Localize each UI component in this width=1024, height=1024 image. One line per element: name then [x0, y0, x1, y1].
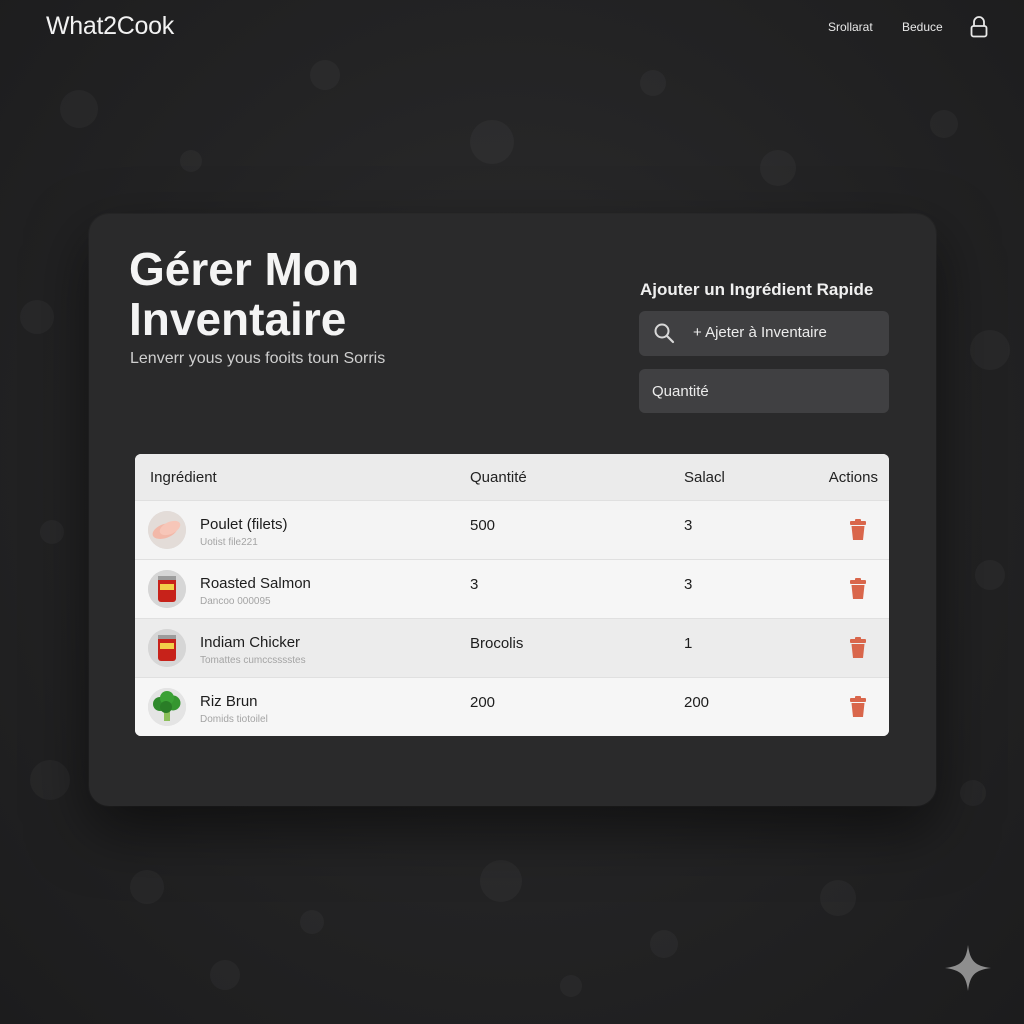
ingredient-detail: Tomattes cumccsssstes	[200, 655, 306, 666]
inventory-table: Ingrédient Quantité Salacl Actions Poule…	[135, 454, 889, 736]
quick-add-heading: Ajouter un Ingrédient Rapide	[640, 280, 874, 299]
column-header-third[interactable]: Salacl	[684, 469, 725, 486]
tomato-can-thumbnail	[148, 629, 186, 667]
quick-add-button[interactable]: + Ajeter à Inventaire	[639, 311, 889, 356]
trash-icon[interactable]	[848, 696, 868, 718]
ingredient-detail: Dancoo 000095	[200, 596, 271, 607]
sparkle-icon	[945, 945, 991, 991]
table-row[interactable]: Riz Brun Domids tiotoilel 200 200	[135, 677, 889, 736]
third-column-value: 200	[684, 694, 710, 711]
quantity-value: 3	[470, 576, 479, 593]
third-column-value: 3	[684, 576, 693, 593]
quantity-value: 200	[470, 694, 496, 711]
third-column-value: 3	[684, 517, 693, 534]
page-title: Gérer Mon Inventaire	[129, 243, 360, 345]
third-column-value: 1	[684, 635, 693, 652]
table-row[interactable]: Roasted Salmon Dancoo 000095 3 3	[135, 559, 889, 618]
inventory-panel: Gérer Mon Inventaire Lenverr yous yous f…	[89, 214, 936, 806]
broccoli-thumbnail	[148, 688, 186, 726]
quantity-value: Brocolis	[470, 635, 524, 652]
table-header: Ingrédient Quantité Salacl Actions	[135, 454, 889, 500]
column-header-ingredient[interactable]: Ingrédient	[150, 469, 217, 486]
quick-add-label: + Ajeter à Inventaire	[693, 324, 827, 341]
table-row[interactable]: Poulet (filets) Uotist file221 500 3	[135, 500, 889, 559]
ingredient-detail: Domids tiotoilel	[200, 714, 268, 725]
lock-icon[interactable]	[969, 16, 989, 38]
ingredient-detail: Uotist file221	[200, 537, 258, 548]
nav-link-1[interactable]: Srollarat	[828, 20, 873, 34]
app-logo[interactable]: What2Cook	[46, 12, 174, 41]
nav-link-2[interactable]: Beduce	[902, 20, 943, 34]
ingredient-name: Riz Brun	[200, 693, 258, 710]
trash-icon[interactable]	[848, 519, 868, 541]
top-bar: What2Cook Srollarat Beduce	[0, 0, 1024, 56]
trash-icon[interactable]	[848, 578, 868, 600]
column-header-quantity[interactable]: Quantité	[470, 469, 527, 486]
ingredient-name: Poulet (filets)	[200, 516, 288, 533]
trash-icon[interactable]	[848, 637, 868, 659]
ingredient-name: Indiam Chicker	[200, 634, 301, 651]
column-header-actions: Actions	[828, 469, 878, 486]
page-subtitle: Lenverr yous yous fooits toun Sorris	[130, 350, 386, 367]
tomato-can-thumbnail	[148, 570, 186, 608]
chicken-thumbnail	[148, 511, 186, 549]
search-icon	[654, 323, 675, 344]
quantity-value: 500	[470, 517, 496, 534]
table-row[interactable]: Indiam Chicker Tomattes cumccsssstes Bro…	[135, 618, 889, 677]
quantity-field[interactable]	[639, 369, 889, 413]
ingredient-name: Roasted Salmon	[200, 575, 311, 592]
